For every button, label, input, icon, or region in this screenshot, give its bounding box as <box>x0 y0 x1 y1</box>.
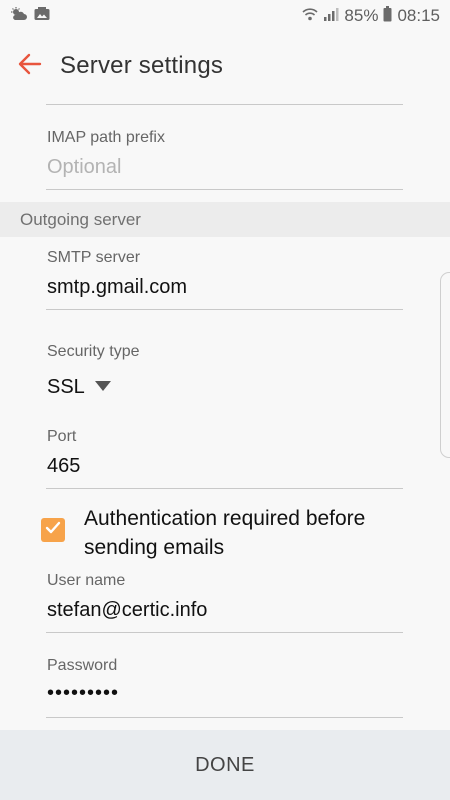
password-input[interactable]: ••••••••• <box>47 682 119 705</box>
weather-icon <box>10 6 28 26</box>
port-underline <box>46 488 403 489</box>
battery-percent: 85% <box>344 6 379 25</box>
checkmark-icon <box>45 521 61 540</box>
status-bar-right: 85% 08:15 <box>302 5 440 27</box>
username-input[interactable]: stefan@certic.info <box>47 599 207 622</box>
dropdown-triangle-icon <box>94 378 111 396</box>
outgoing-server-section-header: Outgoing server <box>0 202 450 237</box>
outgoing-server-section-title: Outgoing server <box>20 209 141 229</box>
page-title: Server settings <box>60 52 224 79</box>
imap-path-prefix-input[interactable]: Optional <box>47 156 122 179</box>
password-label: Password <box>47 657 118 674</box>
username-label: User name <box>47 572 126 589</box>
port-input[interactable]: 465 <box>47 455 80 478</box>
arrow-left-icon <box>18 53 42 80</box>
smtp-server-input[interactable]: smtp.gmail.com <box>47 276 187 299</box>
status-time: 08:15 <box>397 6 440 25</box>
status-bar-left <box>10 6 50 26</box>
imap-path-prefix-underline <box>46 189 403 190</box>
status-bar: 85% 08:15 <box>0 0 450 32</box>
scroll-handle[interactable] <box>440 272 450 458</box>
security-type-value: SSL <box>47 375 85 398</box>
imap-path-prefix-label: IMAP path prefix <box>47 129 165 146</box>
smtp-server-underline <box>46 309 403 310</box>
done-button[interactable]: DONE <box>165 744 285 787</box>
password-underline <box>46 717 403 718</box>
port-label: Port <box>47 428 77 445</box>
security-type-label: Security type <box>47 343 140 360</box>
wifi-icon <box>302 7 318 26</box>
signal-icon <box>323 7 339 26</box>
bottom-action-bar: DONE <box>0 730 450 800</box>
username-underline <box>46 632 403 633</box>
smtp-server-label: SMTP server <box>47 249 141 266</box>
server-settings-screen: 85% 08:15 Server settings IMAP path pref… <box>0 0 450 800</box>
authentication-checkbox-label[interactable]: Authentication required before sending e… <box>84 504 414 562</box>
back-button[interactable] <box>0 32 60 100</box>
previous-field-underline <box>46 104 403 105</box>
security-type-dropdown[interactable]: SSL <box>47 372 111 402</box>
authentication-checkbox[interactable] <box>41 518 65 542</box>
battery-icon <box>383 5 392 27</box>
gallery-notification-icon <box>34 6 50 26</box>
app-bar: Server settings <box>0 32 450 100</box>
settings-form[interactable]: IMAP path prefix Optional Outgoing serve… <box>0 100 450 730</box>
